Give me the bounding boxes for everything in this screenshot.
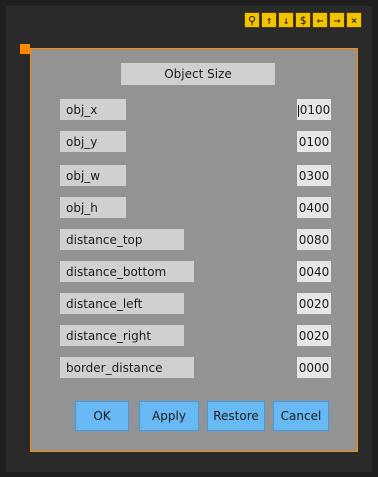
arrow-up-icon[interactable]: ↑ <box>261 12 277 28</box>
cancel-button[interactable]: Cancel <box>273 401 329 431</box>
label-distance-left: distance_left <box>60 293 184 314</box>
toolbar: ⚲ ↑ ↓ $ ← → × <box>243 12 362 30</box>
input-distance-left[interactable]: 0020 <box>297 293 331 314</box>
arrow-down-icon[interactable]: ↓ <box>278 12 294 28</box>
input-obj-h[interactable]: 0400 <box>297 197 331 218</box>
text-caret <box>297 104 299 117</box>
app-window: ⚲ ↑ ↓ $ ← → × Object Size obj_x 0100 obj… <box>6 6 372 472</box>
label-obj-w: obj_w <box>60 165 126 186</box>
arrow-right-icon[interactable]: → <box>329 12 345 28</box>
label-obj-h: obj_h <box>60 197 126 218</box>
dollar-icon[interactable]: $ <box>295 12 311 28</box>
restore-button[interactable]: Restore <box>207 401 265 431</box>
apply-button[interactable]: Apply <box>139 401 199 431</box>
label-distance-bottom: distance_bottom <box>60 261 194 282</box>
value-obj-x: 0100 <box>299 102 331 117</box>
input-distance-right[interactable]: 0020 <box>297 325 331 346</box>
input-obj-y[interactable]: 0100 <box>297 131 331 152</box>
ok-button[interactable]: OK <box>75 401 129 431</box>
pin-icon[interactable]: ⚲ <box>244 12 260 28</box>
close-icon[interactable]: × <box>346 12 362 28</box>
label-border-distance: border_distance <box>60 357 194 378</box>
label-obj-x: obj_x <box>60 99 126 120</box>
input-border-distance[interactable]: 0000 <box>297 357 331 378</box>
label-distance-top: distance_top <box>60 229 184 250</box>
input-distance-top[interactable]: 0080 <box>297 229 331 250</box>
arrow-left-icon[interactable]: ← <box>312 12 328 28</box>
input-obj-x[interactable]: 0100 <box>297 99 331 120</box>
label-obj-y: obj_y <box>60 131 126 152</box>
label-distance-right: distance_right <box>60 325 184 346</box>
input-obj-w[interactable]: 0300 <box>297 165 331 186</box>
resize-handle[interactable] <box>20 44 30 54</box>
dialog-title: Object Size <box>121 63 275 85</box>
object-size-dialog: Object Size obj_x 0100 obj_y 0100 obj_w … <box>30 48 358 452</box>
input-distance-bottom[interactable]: 0040 <box>297 261 331 282</box>
